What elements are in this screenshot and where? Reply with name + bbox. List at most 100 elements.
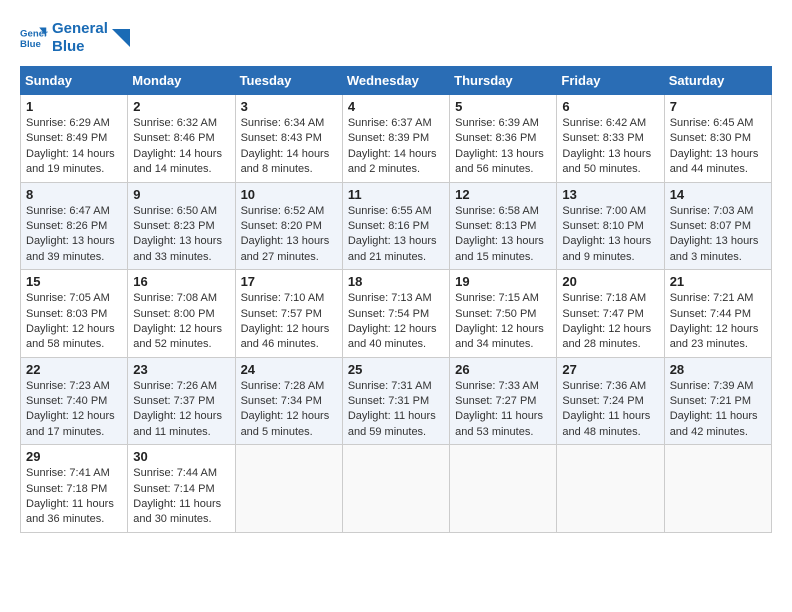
day-detail: Sunrise: 6:34 AM Sunset: 8:43 PM Dayligh… bbox=[241, 116, 337, 178]
day-number: 13 bbox=[562, 187, 658, 202]
day-detail: Sunrise: 6:52 AM Sunset: 8:20 PM Dayligh… bbox=[241, 204, 337, 266]
day-number: 14 bbox=[670, 187, 766, 202]
weekday-header-wednesday: Wednesday bbox=[342, 67, 449, 95]
day-number: 10 bbox=[241, 187, 337, 202]
day-detail: Sunrise: 7:36 AM Sunset: 7:24 PM Dayligh… bbox=[562, 379, 658, 441]
calendar-cell: 17 Sunrise: 7:10 AM Sunset: 7:57 PM Dayli… bbox=[235, 270, 342, 358]
calendar-cell: 21 Sunrise: 7:21 AM Sunset: 7:44 PM Dayli… bbox=[664, 270, 771, 358]
day-number: 5 bbox=[455, 99, 551, 114]
day-detail: Sunrise: 6:39 AM Sunset: 8:36 PM Dayligh… bbox=[455, 116, 551, 178]
day-number: 28 bbox=[670, 362, 766, 377]
day-number: 4 bbox=[348, 99, 444, 114]
day-number: 18 bbox=[348, 274, 444, 289]
calendar-cell: 10 Sunrise: 6:52 AM Sunset: 8:20 PM Dayli… bbox=[235, 182, 342, 270]
svg-text:Blue: Blue bbox=[20, 39, 41, 50]
day-detail: Sunrise: 6:29 AM Sunset: 8:49 PM Dayligh… bbox=[26, 116, 122, 178]
calendar-table: SundayMondayTuesdayWednesdayThursdayFrid… bbox=[20, 66, 772, 533]
day-number: 25 bbox=[348, 362, 444, 377]
day-detail: Sunrise: 7:03 AM Sunset: 8:07 PM Dayligh… bbox=[670, 204, 766, 266]
day-detail: Sunrise: 7:41 AM Sunset: 7:18 PM Dayligh… bbox=[26, 466, 122, 528]
calendar-cell: 30 Sunrise: 7:44 AM Sunset: 7:14 PM Dayli… bbox=[128, 445, 235, 533]
day-detail: Sunrise: 7:31 AM Sunset: 7:31 PM Dayligh… bbox=[348, 379, 444, 441]
calendar-cell: 8 Sunrise: 6:47 AM Sunset: 8:26 PM Daylig… bbox=[21, 182, 128, 270]
day-detail: Sunrise: 6:58 AM Sunset: 8:13 PM Dayligh… bbox=[455, 204, 551, 266]
calendar-cell: 4 Sunrise: 6:37 AM Sunset: 8:39 PM Daylig… bbox=[342, 95, 449, 183]
calendar-cell: 18 Sunrise: 7:13 AM Sunset: 7:54 PM Dayli… bbox=[342, 270, 449, 358]
day-number: 29 bbox=[26, 449, 122, 464]
calendar-cell: 23 Sunrise: 7:26 AM Sunset: 7:37 PM Dayli… bbox=[128, 357, 235, 445]
calendar-cell: 28 Sunrise: 7:39 AM Sunset: 7:21 PM Dayli… bbox=[664, 357, 771, 445]
day-number: 12 bbox=[455, 187, 551, 202]
calendar-cell: 24 Sunrise: 7:28 AM Sunset: 7:34 PM Dayli… bbox=[235, 357, 342, 445]
calendar-cell bbox=[342, 445, 449, 533]
calendar-cell: 15Sunrise: 7:05 AM Sunset: 8:03 PM Dayli… bbox=[21, 270, 128, 358]
day-detail: Sunrise: 7:13 AM Sunset: 7:54 PM Dayligh… bbox=[348, 291, 444, 353]
calendar-cell: 11 Sunrise: 6:55 AM Sunset: 8:16 PM Dayli… bbox=[342, 182, 449, 270]
day-detail: Sunrise: 6:47 AM Sunset: 8:26 PM Dayligh… bbox=[26, 204, 122, 266]
day-detail: Sunrise: 7:28 AM Sunset: 7:34 PM Dayligh… bbox=[241, 379, 337, 441]
day-number: 8 bbox=[26, 187, 122, 202]
day-detail: Sunrise: 7:23 AM Sunset: 7:40 PM Dayligh… bbox=[26, 379, 122, 441]
weekday-header-thursday: Thursday bbox=[450, 67, 557, 95]
day-detail: Sunrise: 7:08 AM Sunset: 8:00 PM Dayligh… bbox=[133, 291, 229, 353]
day-detail: Sunrise: 7:26 AM Sunset: 7:37 PM Dayligh… bbox=[133, 379, 229, 441]
calendar-week-row: 8 Sunrise: 6:47 AM Sunset: 8:26 PM Daylig… bbox=[21, 182, 772, 270]
calendar-cell: 6 Sunrise: 6:42 AM Sunset: 8:33 PM Daylig… bbox=[557, 95, 664, 183]
calendar-week-row: 1 Sunrise: 6:29 AM Sunset: 8:49 PM Daylig… bbox=[21, 95, 772, 183]
calendar-cell: 13Sunrise: 7:00 AM Sunset: 8:10 PM Dayli… bbox=[557, 182, 664, 270]
calendar-cell: 12 Sunrise: 6:58 AM Sunset: 8:13 PM Dayli… bbox=[450, 182, 557, 270]
day-detail: Sunrise: 7:44 AM Sunset: 7:14 PM Dayligh… bbox=[133, 466, 229, 528]
day-detail: Sunrise: 6:42 AM Sunset: 8:33 PM Dayligh… bbox=[562, 116, 658, 178]
logo-arrow-icon bbox=[112, 29, 130, 47]
day-number: 24 bbox=[241, 362, 337, 377]
page-header: General Blue General Blue bbox=[20, 20, 772, 56]
day-detail: Sunrise: 7:33 AM Sunset: 7:27 PM Dayligh… bbox=[455, 379, 551, 441]
calendar-cell: 26Sunrise: 7:33 AM Sunset: 7:27 PM Dayli… bbox=[450, 357, 557, 445]
day-detail: Sunrise: 6:55 AM Sunset: 8:16 PM Dayligh… bbox=[348, 204, 444, 266]
weekday-header-tuesday: Tuesday bbox=[235, 67, 342, 95]
calendar-cell: 16 Sunrise: 7:08 AM Sunset: 8:00 PM Dayli… bbox=[128, 270, 235, 358]
day-detail: Sunrise: 6:45 AM Sunset: 8:30 PM Dayligh… bbox=[670, 116, 766, 178]
day-detail: Sunrise: 7:18 AM Sunset: 7:47 PM Dayligh… bbox=[562, 291, 658, 353]
day-detail: Sunrise: 6:32 AM Sunset: 8:46 PM Dayligh… bbox=[133, 116, 229, 178]
day-detail: Sunrise: 7:39 AM Sunset: 7:21 PM Dayligh… bbox=[670, 379, 766, 441]
day-detail: Sunrise: 7:05 AM Sunset: 8:03 PM Dayligh… bbox=[26, 291, 122, 353]
calendar-cell: 22 Sunrise: 7:23 AM Sunset: 7:40 PM Dayli… bbox=[21, 357, 128, 445]
calendar-week-row: 29 Sunrise: 7:41 AM Sunset: 7:18 PM Dayli… bbox=[21, 445, 772, 533]
logo-icon: General Blue bbox=[20, 24, 48, 52]
day-number: 27 bbox=[562, 362, 658, 377]
calendar-week-row: 22 Sunrise: 7:23 AM Sunset: 7:40 PM Dayli… bbox=[21, 357, 772, 445]
day-number: 11 bbox=[348, 187, 444, 202]
day-number: 21 bbox=[670, 274, 766, 289]
calendar-cell: 20Sunrise: 7:18 AM Sunset: 7:47 PM Dayli… bbox=[557, 270, 664, 358]
day-number: 3 bbox=[241, 99, 337, 114]
weekday-header-sunday: Sunday bbox=[21, 67, 128, 95]
calendar-week-row: 15Sunrise: 7:05 AM Sunset: 8:03 PM Dayli… bbox=[21, 270, 772, 358]
day-detail: Sunrise: 7:15 AM Sunset: 7:50 PM Dayligh… bbox=[455, 291, 551, 353]
calendar-cell: 19Sunrise: 7:15 AM Sunset: 7:50 PM Dayli… bbox=[450, 270, 557, 358]
day-number: 1 bbox=[26, 99, 122, 114]
logo-general: General bbox=[52, 20, 108, 37]
weekday-header-monday: Monday bbox=[128, 67, 235, 95]
day-number: 22 bbox=[26, 362, 122, 377]
day-number: 6 bbox=[562, 99, 658, 114]
calendar-cell: 3 Sunrise: 6:34 AM Sunset: 8:43 PM Daylig… bbox=[235, 95, 342, 183]
day-number: 30 bbox=[133, 449, 229, 464]
calendar-cell: 7Sunrise: 6:45 AM Sunset: 8:30 PM Daylig… bbox=[664, 95, 771, 183]
day-number: 23 bbox=[133, 362, 229, 377]
logo-blue: Blue bbox=[52, 38, 108, 56]
day-detail: Sunrise: 7:21 AM Sunset: 7:44 PM Dayligh… bbox=[670, 291, 766, 353]
day-detail: Sunrise: 7:10 AM Sunset: 7:57 PM Dayligh… bbox=[241, 291, 337, 353]
calendar-cell: 14 Sunrise: 7:03 AM Sunset: 8:07 PM Dayli… bbox=[664, 182, 771, 270]
day-number: 2 bbox=[133, 99, 229, 114]
calendar-cell: 25 Sunrise: 7:31 AM Sunset: 7:31 PM Dayli… bbox=[342, 357, 449, 445]
weekday-header-saturday: Saturday bbox=[664, 67, 771, 95]
day-number: 17 bbox=[241, 274, 337, 289]
day-number: 9 bbox=[133, 187, 229, 202]
calendar-cell: 29 Sunrise: 7:41 AM Sunset: 7:18 PM Dayli… bbox=[21, 445, 128, 533]
day-detail: Sunrise: 6:37 AM Sunset: 8:39 PM Dayligh… bbox=[348, 116, 444, 178]
logo: General Blue General Blue bbox=[20, 20, 130, 56]
day-detail: Sunrise: 6:50 AM Sunset: 8:23 PM Dayligh… bbox=[133, 204, 229, 266]
calendar-cell: 9 Sunrise: 6:50 AM Sunset: 8:23 PM Daylig… bbox=[128, 182, 235, 270]
day-number: 16 bbox=[133, 274, 229, 289]
